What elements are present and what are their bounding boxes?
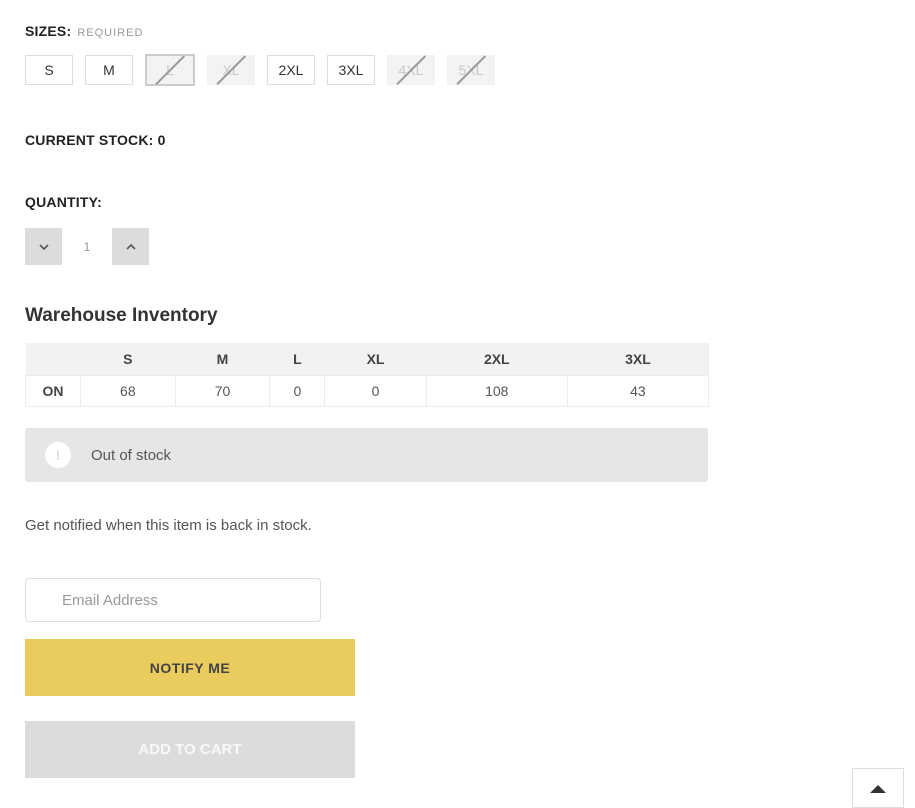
stock-cell: 68: [80, 375, 176, 407]
sizes-label: SIZES: REQUIRED: [25, 23, 143, 39]
size-option-xl[interactable]: XL: [207, 55, 255, 85]
back-to-top-button[interactable]: [852, 768, 904, 808]
column-header: XL: [324, 343, 427, 376]
exclamation-circle-icon: !: [45, 442, 71, 468]
chevron-up-icon: [125, 243, 136, 250]
size-option-5xl[interactable]: 5XL: [447, 55, 495, 85]
size-option-m[interactable]: M: [85, 55, 133, 85]
size-option-l[interactable]: L: [145, 54, 195, 86]
quantity-value[interactable]: 1: [62, 228, 112, 265]
email-field[interactable]: [25, 578, 321, 622]
required-label: REQUIRED: [77, 27, 144, 39]
column-header: [25, 343, 81, 376]
size-option-2xl[interactable]: 2XL: [267, 55, 315, 85]
add-to-cart-button[interactable]: ADD TO CART: [25, 721, 355, 778]
current-stock: CURRENT STOCK: 0: [25, 132, 166, 148]
size-option-4xl[interactable]: 4XL: [387, 55, 435, 85]
column-header: M: [175, 343, 270, 376]
warehouse-inventory-table: S M L XL 2XL 3XL ON 68 70 0 0 108 43: [25, 343, 710, 407]
quantity-stepper: 1: [25, 228, 149, 265]
warehouse-inventory-title: Warehouse Inventory: [25, 305, 218, 326]
stock-cell: 0: [269, 375, 326, 407]
size-options: S M L XL 2XL 3XL 4XL 5XL: [25, 54, 495, 86]
chevron-down-icon: [38, 243, 49, 250]
size-option-3xl[interactable]: 3XL: [327, 55, 375, 85]
warehouse-name: ON: [25, 375, 81, 407]
arrow-up-icon: [870, 785, 886, 793]
alert-text: Out of stock: [91, 446, 172, 464]
column-header: 2XL: [426, 343, 568, 376]
decrease-quantity-button[interactable]: [25, 228, 62, 265]
table-row: ON 68 70 0 0 108 43: [25, 375, 710, 407]
increase-quantity-button[interactable]: [112, 228, 149, 265]
stock-cell: 108: [425, 375, 568, 407]
quantity-label: QUANTITY:: [25, 194, 102, 210]
size-option-s[interactable]: S: [25, 55, 73, 85]
notify-description: Get notified when this item is back in s…: [25, 517, 312, 534]
column-header: S: [80, 343, 176, 376]
out-of-stock-alert: ! Out of stock: [25, 428, 708, 482]
column-header: 3XL: [567, 343, 709, 376]
stock-cell: 43: [566, 375, 710, 407]
table-header-row: S M L XL 2XL 3XL: [25, 343, 709, 376]
stock-cell: 70: [174, 375, 271, 407]
stock-cell: 0: [324, 375, 427, 407]
sizes-title: SIZES:: [25, 23, 72, 39]
column-header: L: [269, 343, 325, 376]
notify-me-button[interactable]: NOTIFY ME: [25, 639, 355, 696]
